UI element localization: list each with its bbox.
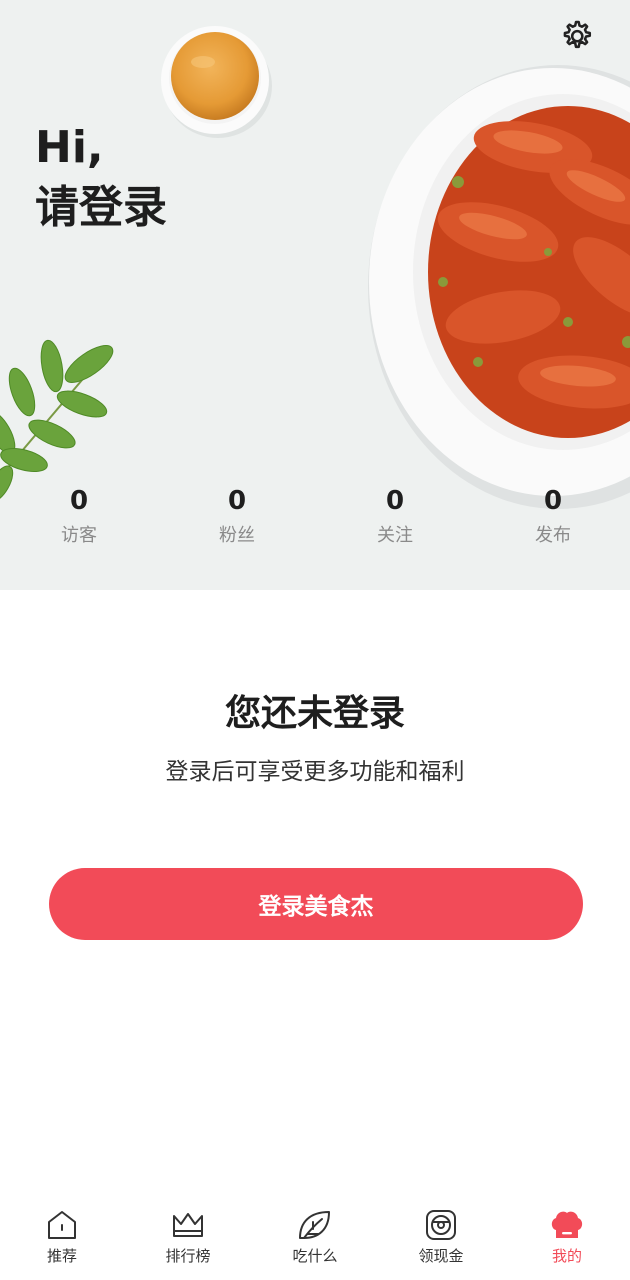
tab-what-to-eat-label: 吃什么 [292,1247,338,1265]
tab-what-to-eat[interactable]: 吃什么 [265,1208,365,1266]
stat-fans-label: 粉丝 [219,525,255,546]
tab-recommend[interactable]: 推荐 [12,1208,112,1266]
tab-get-cash[interactable]: 领现金 [391,1208,491,1266]
settings-button[interactable] [553,14,599,60]
stat-visitors-count: 0 [69,486,89,516]
stat-posts[interactable]: 0 发布 [493,484,613,548]
tab-mine[interactable]: 我的 [517,1208,617,1266]
stat-following-count: 0 [385,486,405,516]
stat-fans-count: 0 [227,486,247,516]
tab-mine-label: 我的 [551,1247,582,1265]
login-benefits-text: 登录后可享受更多功能和福利 [165,759,465,785]
login-greeting[interactable]: Hi, 请登录 [35,118,167,238]
stat-visitors[interactable]: 0 访客 [19,484,139,548]
leaf-icon [299,1211,330,1239]
greeting-hi: Hi, [35,122,104,173]
login-button[interactable]: 登录美食杰 [49,868,583,940]
greeting-login-prompt: 请登录 [35,182,167,233]
home-icon [48,1211,76,1239]
not-logged-in-title: 您还未登录 [224,693,405,734]
stat-posts-count: 0 [543,486,563,516]
tab-get-cash-label: 领现金 [418,1247,464,1265]
bottom-tab-bar: 推荐 排行榜 吃什么 领现金 我的 [0,1196,630,1280]
leaf-decoration-image [0,339,114,503]
crown-icon [173,1213,203,1237]
profile-hero: Hi, 请登录 0 访客 0 粉丝 0 关注 0 发布 [0,0,630,590]
tab-recommend-label: 推荐 [46,1247,77,1265]
crayfish-plate-image [368,65,630,509]
tab-ranking-label: 排行榜 [165,1247,211,1265]
chef-hat-icon [551,1211,583,1238]
gear-icon [563,20,592,49]
stat-following-label: 关注 [377,525,413,546]
stat-visitors-label: 访客 [61,525,97,546]
tab-ranking[interactable]: 排行榜 [138,1208,238,1266]
tea-cup-image [161,26,272,138]
stat-fans[interactable]: 0 粉丝 [177,484,297,548]
profile-stats: 0 访客 0 粉丝 0 关注 0 发布 [0,484,630,564]
coin-icon [426,1210,456,1240]
stat-following[interactable]: 0 关注 [335,484,455,548]
stat-posts-label: 发布 [535,525,571,546]
